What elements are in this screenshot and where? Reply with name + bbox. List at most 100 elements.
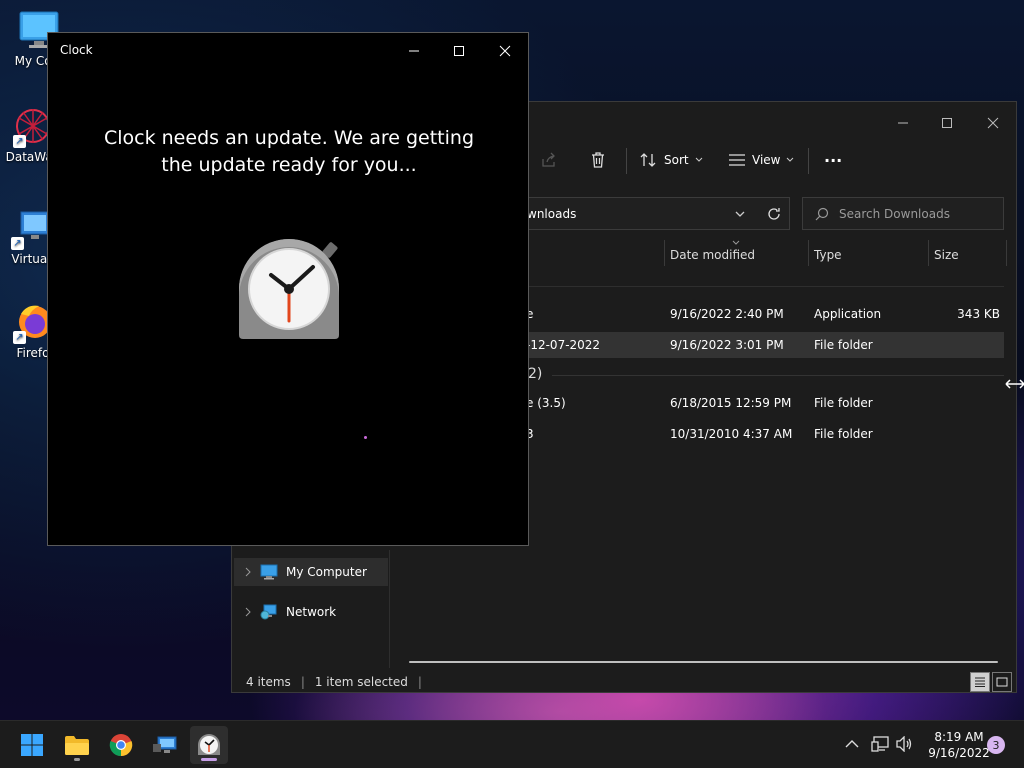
status-bar: 4 items | 1 item selected | — [246, 675, 422, 689]
column-separator — [928, 240, 929, 266]
tiles-view-button[interactable] — [992, 672, 1012, 692]
chrome-icon — [109, 734, 133, 757]
file-type: Application — [814, 307, 882, 321]
refresh-icon[interactable] — [767, 207, 781, 221]
more-options-button[interactable]: ··· — [824, 148, 842, 172]
file-date: 10/31/2010 4:37 AM — [670, 427, 793, 441]
column-separator — [1006, 240, 1007, 266]
sort-indicator-icon — [732, 240, 740, 245]
volume-icon[interactable] — [895, 736, 913, 752]
update-message: Clock needs an update. We are getting th… — [88, 125, 490, 179]
file-row[interactable]: e 9/16/2022 2:40 PM Application 343 KB — [522, 301, 1004, 327]
network-status-icon[interactable] — [871, 736, 889, 752]
chevron-down-icon[interactable] — [735, 211, 745, 218]
details-view-button[interactable] — [970, 672, 990, 692]
minimize-button[interactable] — [396, 37, 432, 65]
resize-cursor-icon — [1005, 379, 1024, 389]
file-date: 9/16/2022 3:01 PM — [670, 338, 784, 352]
close-icon — [499, 45, 511, 57]
nav-item-network[interactable]: Network — [234, 598, 388, 626]
address-text: wnloads — [527, 207, 577, 221]
group-header[interactable]: 2) — [528, 366, 542, 382]
window-title: Clock — [60, 43, 93, 57]
taskbar-clock[interactable] — [190, 726, 228, 764]
update-message-line-1: Clock needs an update. We are getting — [103, 127, 475, 149]
taskbar: 8:19 AM 9/16/2022 3 — [0, 720, 1024, 768]
share-icon — [542, 152, 555, 167]
selected-count: 1 item selected — [314, 675, 408, 689]
tray-date: 9/16/2022 — [928, 746, 990, 760]
taskbar-remote-desktop[interactable] — [146, 726, 184, 764]
maximize-icon — [942, 118, 952, 128]
maximize-button[interactable] — [441, 37, 477, 65]
item-count: 4 items — [246, 675, 291, 689]
search-icon — [815, 207, 829, 220]
minimize-icon — [409, 50, 419, 52]
chevron-down-icon — [787, 157, 794, 162]
view-label: View — [752, 153, 781, 167]
remote-desktop-icon — [153, 736, 177, 753]
view-icon — [729, 154, 745, 166]
nav-item-my-computer[interactable]: My Computer — [234, 558, 388, 586]
search-box[interactable]: Search Downloads — [802, 197, 1004, 230]
share-button[interactable] — [540, 148, 558, 172]
status-separator: | — [417, 675, 422, 689]
network-icon — [260, 604, 277, 620]
chevron-up-icon[interactable] — [845, 739, 859, 749]
loading-indicator — [364, 436, 367, 439]
horizontal-scrollbar[interactable] — [409, 661, 998, 663]
nav-item-label: Network — [286, 605, 337, 619]
chevron-right-icon[interactable] — [244, 567, 252, 577]
view-button[interactable]: View — [728, 148, 794, 172]
column-header-type[interactable]: Type — [814, 248, 842, 262]
active-indicator — [201, 758, 217, 761]
column-header-date[interactable]: Date modified — [670, 248, 755, 262]
trash-icon — [592, 152, 604, 168]
column-separator — [808, 240, 809, 266]
start-icon — [21, 734, 43, 756]
maximize-button[interactable] — [932, 108, 962, 138]
file-date: 6/18/2015 12:59 PM — [670, 396, 792, 410]
close-button[interactable] — [978, 108, 1008, 138]
notification-badge[interactable]: 3 — [987, 736, 1005, 754]
clock-app-icon — [198, 734, 220, 755]
clock-window: Clock Clock needs an update. We are gett… — [47, 32, 529, 546]
sort-icon — [640, 153, 656, 167]
file-name: -12-07-2022 — [526, 338, 601, 352]
details-view-icon — [975, 677, 985, 687]
status-separator: | — [300, 675, 305, 689]
file-row[interactable]: 3 10/31/2010 4:37 AM File folder — [522, 421, 1004, 447]
file-date: 9/16/2022 2:40 PM — [670, 307, 784, 321]
taskbar-file-explorer[interactable] — [58, 726, 96, 764]
address-bar[interactable]: wnloads — [522, 197, 790, 230]
delete-button[interactable] — [589, 148, 607, 172]
file-type: File folder — [814, 338, 873, 352]
chevron-down-icon — [695, 157, 702, 162]
sort-button[interactable]: Sort — [640, 148, 703, 172]
shortcut-arrow-icon: ↗ — [11, 237, 24, 250]
header-divider — [522, 286, 1004, 287]
tiles-view-icon — [996, 677, 1008, 687]
nav-item-label: My Computer — [286, 565, 367, 579]
file-name: e (3.5) — [526, 396, 566, 410]
start-button[interactable] — [13, 726, 51, 764]
minimize-icon — [898, 122, 908, 124]
shortcut-arrow-icon: ↗ — [13, 135, 26, 148]
toolbar-separator — [626, 148, 627, 174]
file-type: File folder — [814, 396, 873, 410]
file-type: File folder — [814, 427, 873, 441]
search-placeholder: Search Downloads — [839, 206, 950, 221]
column-header-size[interactable]: Size — [934, 248, 959, 262]
maximize-icon — [454, 46, 464, 56]
file-row-selected[interactable]: -12-07-2022 9/16/2022 3:01 PM File folde… — [522, 332, 1004, 358]
close-icon — [987, 117, 999, 129]
more-options-icon: ··· — [824, 150, 843, 170]
nav-pane-divider — [389, 550, 390, 668]
close-button[interactable] — [487, 37, 523, 65]
minimize-button[interactable] — [888, 108, 918, 138]
file-explorer-icon — [65, 736, 89, 755]
virtual-machine-icon: ↗ — [11, 208, 51, 250]
taskbar-chrome[interactable] — [102, 726, 140, 764]
file-row[interactable]: e (3.5) 6/18/2015 12:59 PM File folder — [522, 390, 1004, 416]
chevron-right-icon[interactable] — [244, 607, 252, 617]
